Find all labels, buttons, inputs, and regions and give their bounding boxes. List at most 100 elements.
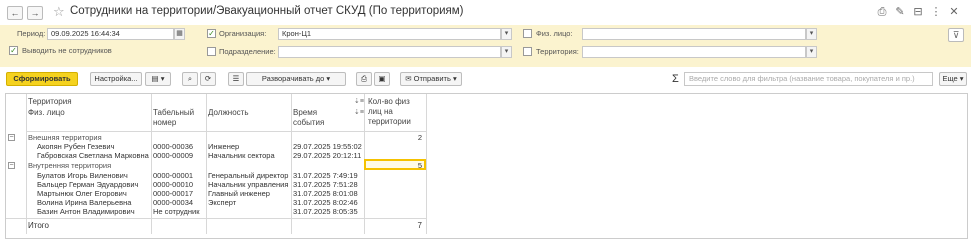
sort-indicator-icon[interactable]: ⇣≡ <box>354 97 364 105</box>
favorite-star-icon[interactable]: ☆ <box>53 4 65 20</box>
back-button[interactable]: ← <box>7 6 23 20</box>
row-position: Генеральный директор <box>208 171 289 180</box>
column-divider <box>291 94 292 234</box>
row-time: 31.07.2025 8:05:35 <box>293 207 358 216</box>
filter-settings-icon[interactable]: ⊽ <box>948 28 964 42</box>
group-name: Внутренняя территория <box>28 161 112 170</box>
row-time: 29.07.2025 19:55:02 <box>293 142 362 151</box>
refresh-icon[interactable]: ⟳ <box>200 72 216 86</box>
organization-label: Организация: <box>219 29 267 38</box>
sum-icon[interactable]: Σ <box>672 72 679 86</box>
row-time: 31.07.2025 7:51:28 <box>293 180 358 189</box>
row-person: Базин Антон Владимирович <box>37 207 135 216</box>
generate-button[interactable]: Сформировать <box>6 72 78 86</box>
row-tab: 0000-00036 <box>153 142 194 151</box>
row-tab: 0000-00017 <box>153 189 194 198</box>
row-person: Булатов Игорь Виленович <box>37 171 128 180</box>
header-position[interactable]: Должность <box>208 108 249 118</box>
row-position: Эксперт <box>208 198 237 207</box>
save-icon[interactable]: ▣ <box>374 72 390 86</box>
variants-dropdown-button[interactable]: ▤ ▾ <box>145 72 171 86</box>
row-tab: 0000-00034 <box>153 198 194 207</box>
send-label: Отправить <box>413 74 451 83</box>
organization-input[interactable]: Крон-Ц1 <box>278 28 501 40</box>
total-count: 7 <box>417 221 422 230</box>
person-dropdown-icon[interactable]: ▾ <box>806 28 817 40</box>
row-position: Начальник сектора <box>208 151 275 160</box>
territory-checkbox[interactable] <box>523 47 532 56</box>
edit-icon[interactable]: ✎ <box>893 5 907 19</box>
group-count: 5 <box>417 161 422 170</box>
column-divider <box>206 94 207 234</box>
command-bar: Сформировать Настройка... ▤ ▾ ⌕ ⟳ ☰ Разв… <box>0 67 971 91</box>
show-non-employees-checkbox[interactable]: ✓ <box>9 46 18 55</box>
territory-dropdown-icon[interactable]: ▾ <box>806 46 817 58</box>
row-person: Габровская Светлана Марковна <box>37 151 149 160</box>
print-icon[interactable]: ⎙ <box>356 72 372 86</box>
row-position: Главный инженер <box>208 189 270 198</box>
header-person[interactable]: Физ. лицо <box>28 108 65 118</box>
row-tab: 0000-00001 <box>153 171 194 180</box>
filter-panel: Период: 09.09.2025 16:44:34 ▦ ✓ Организа… <box>0 25 971 67</box>
territory-input[interactable] <box>582 46 806 58</box>
row-person: Волина Ирина Валерьевна <box>37 198 132 207</box>
search-input[interactable]: Введите слово для фильтра (название това… <box>684 72 933 86</box>
organization-dropdown-icon[interactable]: ▾ <box>501 28 512 40</box>
subdivision-label: Подразделение: <box>219 47 276 56</box>
calendar-icon[interactable]: ▦ <box>174 28 185 40</box>
row-time: 31.07.2025 8:01:08 <box>293 189 358 198</box>
group-name: Внешняя территория <box>28 133 102 142</box>
person-checkbox[interactable] <box>523 29 532 38</box>
person-input[interactable] <box>582 28 806 40</box>
header-event-time[interactable]: Время события <box>293 108 324 128</box>
subdivision-input[interactable] <box>278 46 501 58</box>
row-tab: Не сотрудник <box>153 207 200 216</box>
more-label: Еще <box>942 74 958 83</box>
sort-list-icon[interactable]: ☰ <box>228 72 244 86</box>
header-territory[interactable]: Территория <box>28 97 72 107</box>
row-tab: 0000-00010 <box>153 180 194 189</box>
bookmark-icon[interactable]: ⊟ <box>911 5 925 19</box>
territory-label: Территория: <box>536 47 579 56</box>
row-time: 31.07.2025 7:49:19 <box>293 171 358 180</box>
settings-button[interactable]: Настройка... <box>90 72 142 86</box>
column-divider <box>26 94 27 234</box>
title-bar: ← → ☆ Сотрудники на территории/Эвакуацио… <box>0 0 971 25</box>
header-tab-number[interactable]: Табельный номер <box>153 108 194 128</box>
row-person: Акопян Рубен Гезевич <box>37 142 115 151</box>
organization-checkbox[interactable]: ✓ <box>207 29 216 38</box>
more-vertical-icon[interactable]: ⋮ <box>929 5 943 19</box>
group-count: 2 <box>417 133 422 142</box>
period-label: Период: <box>17 29 46 38</box>
subdivision-dropdown-icon[interactable]: ▾ <box>501 46 512 58</box>
row-person: Мартынюк Олег Егорович <box>37 189 127 198</box>
send-button[interactable]: ✉ Отправить ▾ <box>400 72 462 86</box>
forward-button[interactable]: → <box>27 6 43 20</box>
expand-to-button[interactable]: Разворачивать до ▾ <box>246 72 346 86</box>
sort-indicator-icon[interactable]: ⇣≡ <box>354 108 364 116</box>
subdivision-checkbox[interactable] <box>207 47 216 56</box>
period-input[interactable]: 09.09.2025 16:44:34 <box>47 28 174 40</box>
collapse-group-icon[interactable]: − <box>8 162 15 169</box>
print-link-icon[interactable]: ⎙ <box>875 5 889 19</box>
window-title: Сотрудники на территории/Эвакуационный о… <box>70 5 464 17</box>
search-report-icon[interactable]: ⌕ <box>182 72 198 86</box>
collapse-group-icon[interactable]: − <box>8 134 15 141</box>
row-position: Инженер <box>208 142 240 151</box>
report-table[interactable]: Территория Физ. лицо Табельный номер Дол… <box>5 93 968 239</box>
header-separator <box>26 131 426 132</box>
total-label: Итого <box>28 221 49 230</box>
row-person: Бальцер Герман Эдуардович <box>37 180 139 189</box>
close-icon[interactable]: ✕ <box>947 5 961 19</box>
more-button[interactable]: Еще ▾ <box>939 72 967 86</box>
row-tab: 0000-00009 <box>153 151 194 160</box>
row-time: 31.07.2025 8:02:46 <box>293 198 358 207</box>
show-non-employees-label: Выводить не сотрудников <box>22 46 112 55</box>
header-count[interactable]: Кол-во физ лиц на территории <box>368 97 411 127</box>
person-label: Физ. лицо: <box>536 29 573 38</box>
total-separator <box>6 218 426 219</box>
row-time: 29.07.2025 20:12:11 <box>293 151 362 160</box>
row-position: Начальник управления <box>208 180 289 189</box>
column-divider <box>151 94 152 234</box>
expand-to-label: Разворачивать до <box>261 74 325 83</box>
